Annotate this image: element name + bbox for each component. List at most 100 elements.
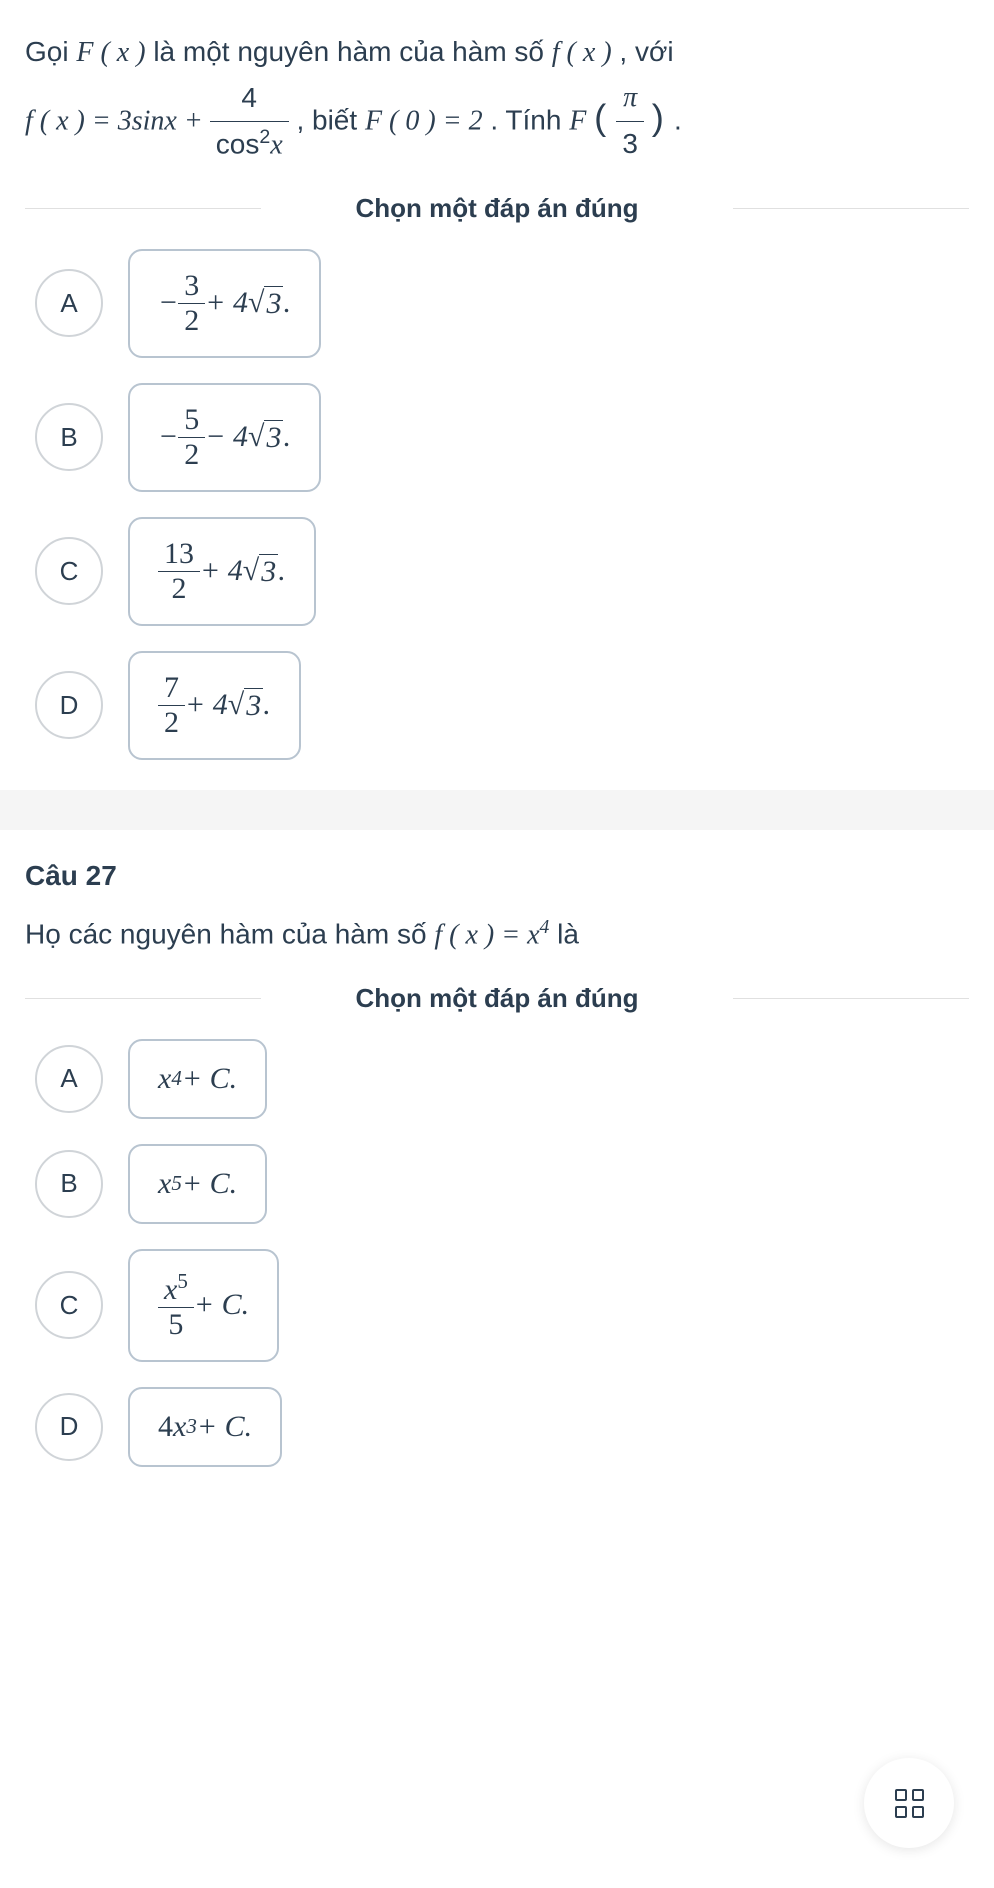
- spacer: [0, 790, 994, 830]
- option-circle-A[interactable]: A: [35, 269, 103, 337]
- question-1: Gọi F ( x ) là một nguyên hàm của hàm số…: [0, 0, 994, 790]
- math-fx: f ( x ) = x: [434, 919, 539, 950]
- menu-fab[interactable]: [864, 1758, 954, 1848]
- instruction: Chọn một đáp án đúng: [25, 193, 969, 224]
- den: 2: [178, 438, 205, 472]
- option-B[interactable]: B x5 + C.: [35, 1144, 969, 1224]
- num: x5: [158, 1269, 194, 1308]
- x: x: [270, 129, 282, 160]
- exp: 4: [171, 1066, 182, 1091]
- option-circle-A[interactable]: A: [35, 1045, 103, 1113]
- fraction: 5 2: [178, 403, 205, 472]
- math-F: F: [569, 105, 586, 136]
- option-circle-C[interactable]: C: [35, 537, 103, 605]
- fraction-pi3: π 3: [616, 76, 644, 167]
- option-B[interactable]: B − 5 2 − 4√3.: [35, 383, 969, 492]
- text: . Tính: [490, 104, 569, 135]
- option-box-D[interactable]: 7 2 + 4√3.: [128, 651, 301, 760]
- option-circle-B[interactable]: B: [35, 403, 103, 471]
- text: là: [557, 918, 579, 949]
- math-Fx: F ( x ): [76, 37, 145, 68]
- exp: 5: [177, 1269, 188, 1293]
- question-2-title: Câu 27: [25, 860, 969, 892]
- option-box-B[interactable]: − 5 2 − 4√3.: [128, 383, 321, 492]
- sqrt-sign: √: [243, 554, 259, 588]
- sqrt-content: 3: [264, 286, 283, 321]
- three: 3: [616, 122, 644, 167]
- sqrt-sign: √: [248, 420, 264, 454]
- option-box-C[interactable]: x5 5 + C.: [128, 1249, 279, 1362]
- suffix: .: [283, 286, 291, 320]
- rest: + C.: [197, 1410, 252, 1444]
- math-eq: f ( x ) = 3sinx +: [25, 105, 210, 136]
- base: x: [158, 1062, 171, 1096]
- option-box-D[interactable]: 4x3 + C.: [128, 1387, 282, 1467]
- option-box-B[interactable]: x5 + C.: [128, 1144, 267, 1224]
- instruction: Chọn một đáp án đúng: [25, 983, 969, 1014]
- text: , với: [619, 36, 673, 67]
- sqrt-content: 3: [244, 688, 263, 723]
- cos: cos: [216, 128, 260, 159]
- question-2-text: Họ các nguyên hàm của hàm số f ( x ) = x…: [25, 912, 969, 958]
- exp: 3: [186, 1414, 197, 1439]
- den: 2: [178, 304, 205, 338]
- sqrt-sign: √: [248, 286, 264, 320]
- option-circle-D[interactable]: D: [35, 1393, 103, 1461]
- question-2: Câu 27 Họ các nguyên hàm của hàm số f ( …: [0, 830, 994, 1497]
- rest: + C.: [182, 1167, 237, 1201]
- paren: (: [594, 96, 616, 137]
- num: 13: [158, 537, 200, 572]
- rest: + C.: [182, 1062, 237, 1096]
- option-D[interactable]: D 4x3 + C.: [35, 1387, 969, 1467]
- den: 2: [158, 706, 185, 740]
- pi: π: [616, 76, 644, 122]
- exp: 4: [540, 917, 550, 938]
- sqrt-sign: √: [228, 688, 244, 722]
- fraction: 7 2: [158, 671, 185, 740]
- option-circle-D[interactable]: D: [35, 671, 103, 739]
- text: Họ các nguyên hàm của hàm số: [25, 918, 434, 949]
- den: 5: [158, 1308, 194, 1342]
- grid-icon: [895, 1789, 924, 1818]
- fraction: x5 5: [158, 1269, 194, 1342]
- suffix: .: [283, 420, 291, 454]
- text: , biết: [296, 104, 364, 135]
- option-A[interactable]: A − 3 2 + 4√3.: [35, 249, 969, 358]
- exp: 5: [171, 1171, 182, 1196]
- question-1-text: Gọi F ( x ) là một nguyên hàm của hàm số…: [25, 30, 969, 168]
- fraction: 3 2: [178, 269, 205, 338]
- option-A[interactable]: A x4 + C.: [35, 1039, 969, 1119]
- option-box-A[interactable]: x4 + C.: [128, 1039, 267, 1119]
- math-F0: F ( 0 ) = 2: [365, 105, 483, 136]
- sqrt-content: 3: [264, 420, 283, 455]
- dot: .: [674, 104, 682, 135]
- sqrt-content: 3: [259, 554, 278, 589]
- mid: + 4: [205, 286, 248, 320]
- numerator: 4: [210, 76, 289, 122]
- base: x: [173, 1410, 186, 1444]
- options-q1: A − 3 2 + 4√3. B − 5 2 − 4√3.: [25, 249, 969, 760]
- option-circle-C[interactable]: C: [35, 1271, 103, 1339]
- mid: + 4: [185, 688, 228, 722]
- denominator: cos2x: [210, 122, 289, 168]
- option-C[interactable]: C 13 2 + 4√3.: [35, 517, 969, 626]
- math-fx: f ( x ): [552, 37, 612, 68]
- text: là một nguyên hàm của hàm số: [153, 36, 551, 67]
- exp: 2: [259, 126, 270, 148]
- prefix: −: [158, 420, 178, 454]
- den: 2: [158, 572, 200, 606]
- option-C[interactable]: C x5 5 + C.: [35, 1249, 969, 1362]
- base: x: [158, 1167, 171, 1201]
- suffix: .: [263, 688, 271, 722]
- base: x: [164, 1273, 177, 1306]
- option-circle-B[interactable]: B: [35, 1150, 103, 1218]
- option-box-A[interactable]: − 3 2 + 4√3.: [128, 249, 321, 358]
- num: 3: [178, 269, 205, 304]
- mid: − 4: [205, 420, 248, 454]
- option-D[interactable]: D 7 2 + 4√3.: [35, 651, 969, 760]
- num: 7: [158, 671, 185, 706]
- fraction: 4 cos2x: [210, 76, 289, 168]
- fraction: 13 2: [158, 537, 200, 606]
- text: Gọi: [25, 36, 76, 67]
- option-box-C[interactable]: 13 2 + 4√3.: [128, 517, 316, 626]
